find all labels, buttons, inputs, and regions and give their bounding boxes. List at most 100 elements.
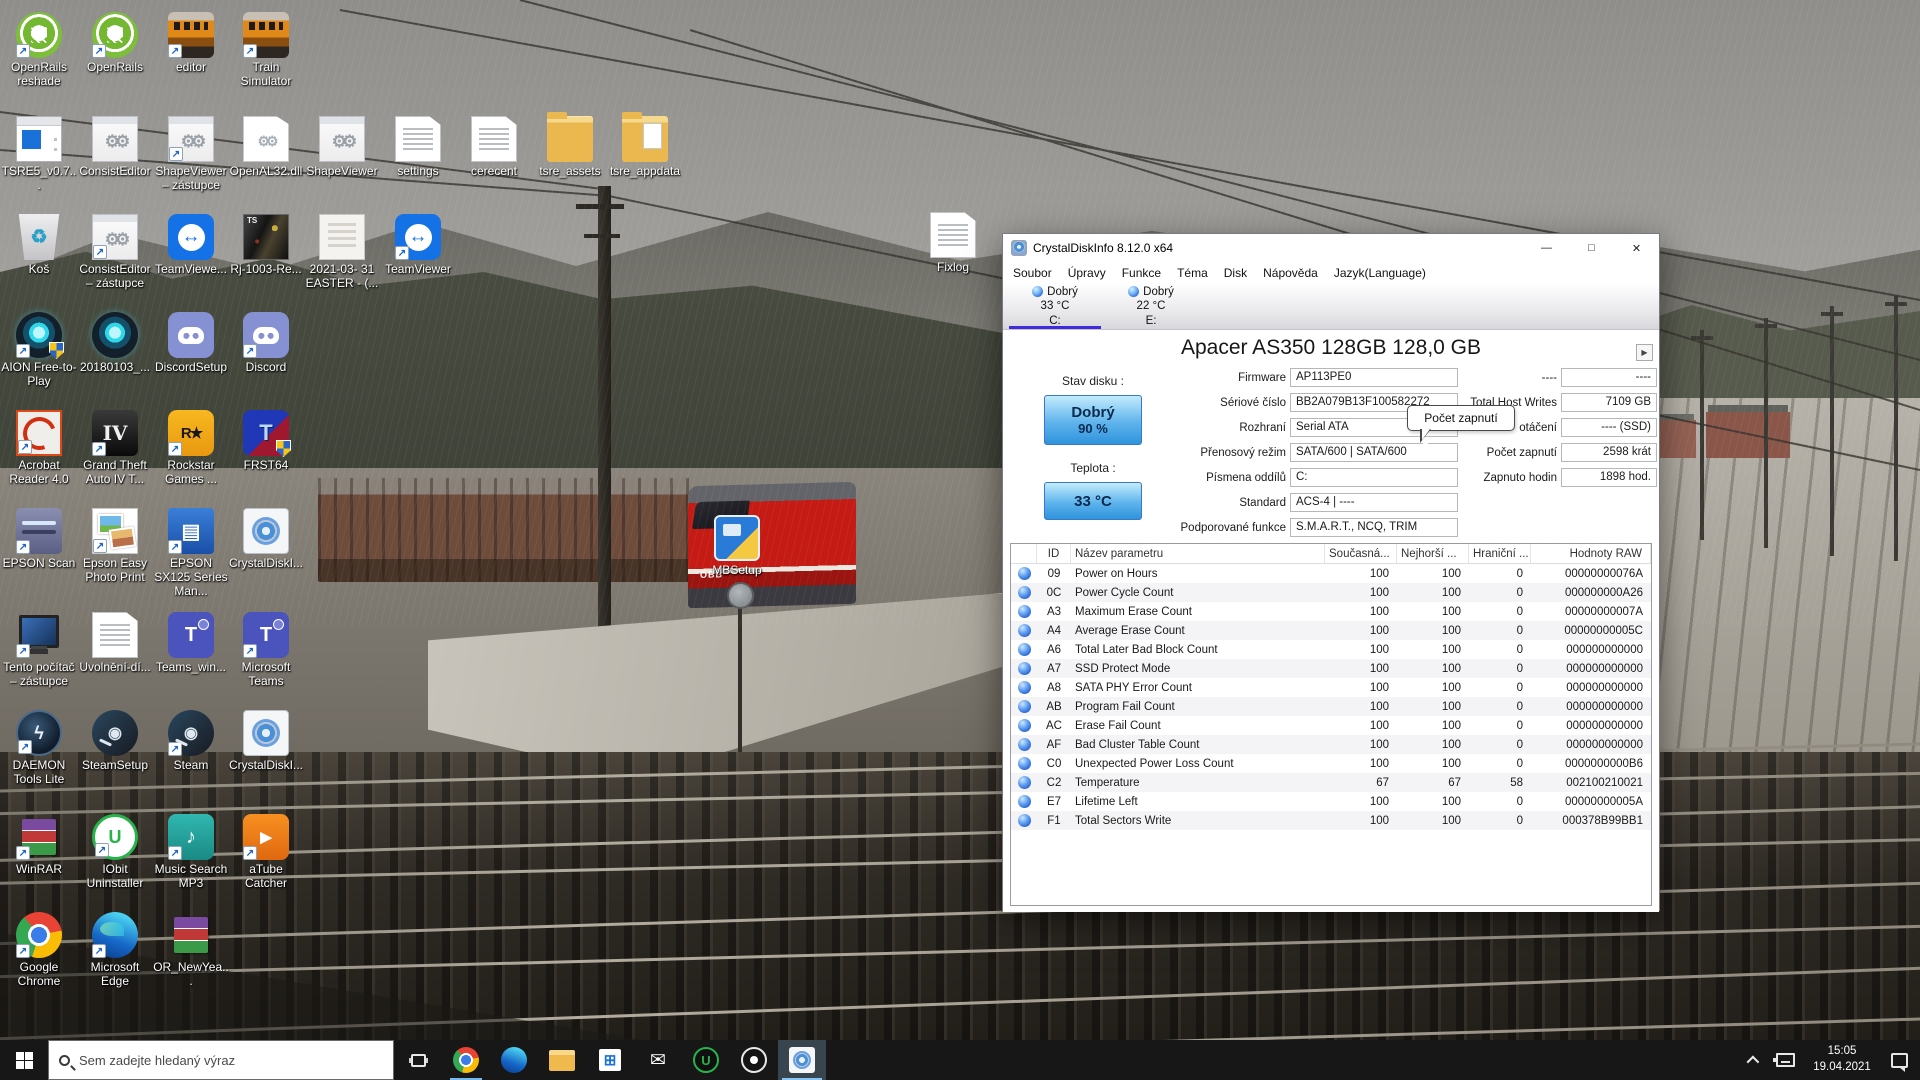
desktop-icon-editor[interactable]: ↗editor [152,12,230,75]
taskbar-oo-button[interactable] [730,1040,778,1080]
smart-worst: 100 [1397,606,1469,618]
desktop-icon-crystaldiski[interactable]: CrystalDiskI... [227,508,305,571]
teams-icon: ↗ [243,612,289,658]
menu-soubor[interactable]: Soubor [1005,266,1060,280]
desktop-icon-winrar[interactable]: ↗WinRAR [0,814,78,877]
taskbar-store-button[interactable] [586,1040,634,1080]
desktop-icon-20180103[interactable]: 20180103_... [76,312,154,375]
menu-disk[interactable]: Disk [1216,266,1255,280]
taskbar-search-input[interactable]: Sem zadejte hledaný výraz [48,1040,394,1080]
task-view-button[interactable] [394,1040,442,1080]
tsre-icon [16,116,62,162]
drive-tab-c[interactable]: Dobrý33 °CC: [1007,283,1103,329]
menu-n-pov-da[interactable]: Nápověda [1255,266,1326,280]
desktop-icon-mbsetup[interactable]: MBSetup [698,515,776,578]
close-button[interactable]: ✕ [1614,234,1659,262]
action-center-button[interactable] [1884,1040,1914,1080]
taskbar-edge-button[interactable] [490,1040,538,1080]
desktop-icon-or-newyea[interactable]: OR_NewYea... [152,912,230,989]
desktop-icon-openal32-dll[interactable]: OpenAL32.dll [227,116,305,179]
desktop-icon-microsoft-edge[interactable]: ↗Microsoft Edge [76,912,154,989]
desktop-icon-discordsetup[interactable]: DiscordSetup [152,312,230,375]
desktop-icon-daemon-tools-lite[interactable]: ↗DAEMON Tools Lite [0,710,78,787]
desktop-icon-rockstar-games[interactable]: ↗Rockstar Games ... [152,410,230,487]
title-bar[interactable]: CrystalDiskInfo 8.12.0 x64 — □ ✕ [1003,234,1659,262]
start-button[interactable] [0,1040,48,1080]
desktop-icon-ko[interactable]: Koš [0,214,78,277]
taskbar-chrome-button[interactable] [442,1040,490,1080]
health-status-button[interactable]: Dobrý 90 % [1044,395,1142,445]
desktop-icon-openrails[interactable]: ↗OpenRails [76,12,154,75]
desktop-icon-shapeviewer-z-stupce[interactable]: ↗ShapeViewer – zástupce [152,116,230,193]
steam-icon [92,710,138,756]
desktop-icon-teamviewe[interactable]: TeamViewe... [152,214,230,277]
desktop-icon-tsre-appdata[interactable]: tsre_appdata [606,116,684,179]
desktop-icon-cerecent[interactable]: cerecent [455,116,533,179]
smart-name: Total Later Bad Block Count [1071,644,1325,656]
shortcut-arrow-icon: ↗ [243,344,257,358]
desktop-icon-label: IObit Uninstaller [76,863,154,891]
desktop-icon-settings[interactable]: settings [379,116,457,179]
desktop-icon-acrobat-reader-4-0[interactable]: ↗Acrobat Reader 4.0 [0,410,78,487]
desktop-icon-crystaldiski[interactable]: CrystalDiskI... [227,710,305,773]
frst-icon [243,410,289,456]
desktop-icon-google-chrome[interactable]: ↗Google Chrome [0,912,78,989]
taskbar-clock[interactable]: 15:05 19.04.2021 [1804,1044,1880,1075]
show-hidden-icons-button[interactable] [1736,1040,1766,1080]
shortcut-arrow-icon: ↗ [168,442,182,456]
taskbar-iobit-button[interactable] [682,1040,730,1080]
desktop-icon-fixlog[interactable]: Fixlog [914,212,992,275]
desktop-icon-music-search-mp3[interactable]: ↗Music Search MP3 [152,814,230,891]
next-drive-button[interactable]: ▶ [1636,344,1653,361]
cdi-icon [243,508,289,554]
menu-t-ma[interactable]: Téma [1169,266,1216,280]
desktop-icon-iobit-uninstaller[interactable]: ↗IObit Uninstaller [76,814,154,891]
health-label: Stav disku : [1003,374,1183,388]
daemon-icon: ↗ [16,710,62,756]
aion-icon [92,312,138,358]
desktop-icon-epson-scan[interactable]: ↗EPSON Scan [0,508,78,571]
smart-threshold: 0 [1469,663,1531,675]
desktop-icon-consisteditor[interactable]: ConsistEditor [76,116,154,179]
network-tray-button[interactable] [1770,1040,1800,1080]
desktop-icon-aion-free-to-play[interactable]: ↗AION Free-to-Play [0,312,78,389]
mail-icon [645,1047,671,1073]
desktop-icon-steamsetup[interactable]: SteamSetup [76,710,154,773]
desktop-icon-microsoft-teams[interactable]: ↗Microsoft Teams [227,612,305,689]
desktop-icon-frst64[interactable]: FRST64 [227,410,305,473]
desktop-icon-consisteditor-z-stupce[interactable]: ↗ConsistEditor – zástupce [76,214,154,291]
smart-id: A3 [1037,606,1071,618]
desktop-icon-teamviewer[interactable]: ↗TeamViewer [379,214,457,277]
desktop-icon-shapeviewer[interactable]: ShapeViewer [303,116,381,179]
desktop-icon-train-simulator[interactable]: ↗Train Simulator [227,12,305,89]
desktop-icon-rj-1003-re[interactable]: Rj-1003-Re... [227,214,305,277]
desktop-icon-atube-catcher[interactable]: ↗aTube Catcher [227,814,305,891]
temperature-button[interactable]: 33 °C [1044,482,1142,520]
desktop-icon-uvoln-n-d[interactable]: Uvolnění-dí... [76,612,154,675]
desktop-icon-epson-easy-photo-print[interactable]: ↗Epson Easy Photo Print [76,508,154,585]
taskbar-cdi-button[interactable] [778,1040,826,1080]
desktop-icon-tsre5-v0-7[interactable]: TSRE5_v0.7... [0,116,78,193]
desktop-icon-epson-sx125-series-man[interactable]: ↗EPSON SX125 Series Man... [152,508,230,598]
drive-tab-e[interactable]: Dobrý22 °CE: [1103,283,1199,329]
blue-status-orb-icon [1018,757,1031,770]
desktop-icon-steam[interactable]: ↗Steam [152,710,230,773]
desktop-icon-openrails-reshade[interactable]: ↗OpenRails reshade [0,12,78,89]
taskbar-explorer-button[interactable] [538,1040,586,1080]
desktop-icon-teams-win[interactable]: Teams_win... [152,612,230,675]
desktop-icon-grand-theft-auto-iv-t[interactable]: ↗Grand Theft Auto IV T... [76,410,154,487]
info-label-firmware: Firmware [1238,372,1286,384]
desktop-icon-discord[interactable]: ↗Discord [227,312,305,375]
menu-jazyk-language[interactable]: Jazyk(Language) [1326,266,1434,280]
desktop-icon-2021-03-31-easter[interactable]: 2021-03- 31 EASTER - (... [303,214,381,291]
maximize-button[interactable]: □ [1569,234,1614,262]
smart-worst: 100 [1397,739,1469,751]
minimize-button[interactable]: — [1524,234,1569,262]
taskbar-mail-button[interactable] [634,1040,682,1080]
menu-pravy[interactable]: Úpravy [1060,266,1114,280]
smart-name: Program Fail Count [1071,701,1325,713]
menu-funkce[interactable]: Funkce [1114,266,1169,280]
desktop-icon-tsre-assets[interactable]: tsre_assets [531,116,609,179]
steam-icon: ↗ [168,710,214,756]
desktop-icon-tento-po-ta-z-stupce[interactable]: ↗Tento počítač – zástupce [0,612,78,689]
